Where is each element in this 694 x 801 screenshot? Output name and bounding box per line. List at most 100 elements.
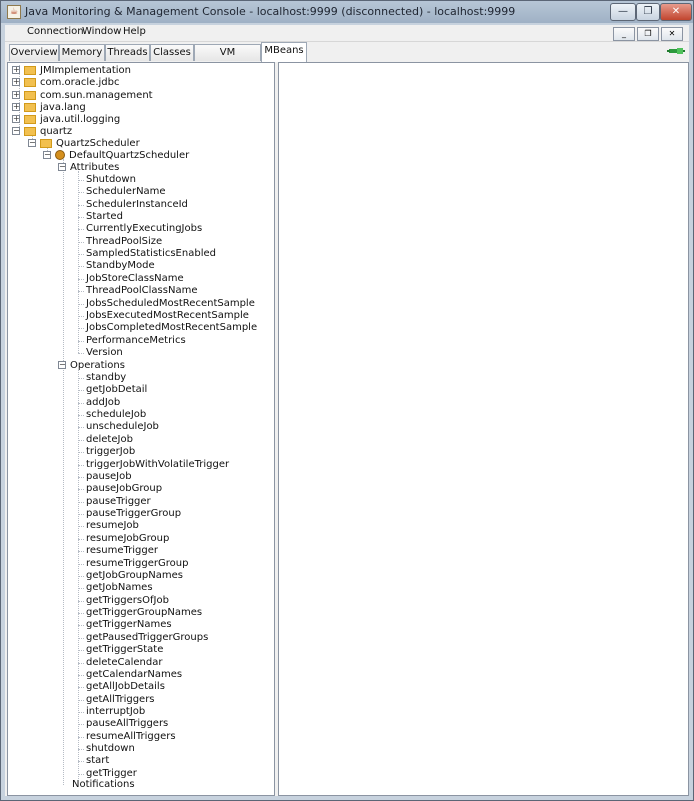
operation-item[interactable]: interruptJob — [78, 706, 145, 718]
tree-guide — [78, 551, 84, 553]
expand-icon[interactable]: + — [12, 91, 20, 99]
tree-root-java-util-logging[interactable]: + java.util.logging — [12, 114, 120, 126]
tree-label: triggerJob — [86, 446, 136, 458]
operation-item[interactable]: getAllJobDetails — [78, 681, 165, 693]
operation-item[interactable]: deleteCalendar — [78, 657, 162, 669]
tree-node-attributes[interactable]: − Attributes — [58, 162, 119, 174]
inner-close-button[interactable]: ✕ — [661, 27, 683, 41]
tree-root-com-oracle-jdbc[interactable]: + com.oracle.jdbc — [12, 77, 119, 89]
operation-item[interactable]: triggerJobWithVolatileTrigger — [78, 459, 229, 471]
operation-item[interactable]: getJobNames — [78, 582, 153, 594]
expand-icon[interactable]: + — [12, 78, 20, 86]
operation-item[interactable]: deleteJob — [78, 434, 133, 446]
tree-root-java-lang[interactable]: + java.lang — [12, 102, 86, 114]
inner-restore-button[interactable]: ❐ — [637, 27, 659, 41]
collapse-icon[interactable]: − — [58, 361, 66, 369]
tree-node-notifications[interactable]: Notifications — [72, 779, 135, 791]
menu-window[interactable]: Window — [82, 26, 121, 37]
operation-item[interactable]: pauseJob — [78, 471, 132, 483]
tree-label: PerformanceMetrics — [86, 334, 186, 346]
tree-node-quartz-scheduler[interactable]: − QuartzScheduler — [28, 138, 140, 150]
expand-icon[interactable]: + — [12, 66, 20, 74]
menu-help[interactable]: Help — [123, 26, 146, 37]
mbean-tree[interactable]: + JMImplementation + com.oracle.jdbc + com.… — [7, 62, 275, 796]
tree-label: scheduleJob — [86, 409, 147, 421]
close-button[interactable]: ✕ — [660, 3, 692, 21]
operation-item[interactable]: getJobGroupNames — [78, 570, 183, 582]
tree-label: getPausedTriggerGroups — [86, 631, 209, 643]
tab-vm-summary[interactable]: VM Summary — [194, 44, 261, 74]
attribute-item[interactable]: SchedulerInstanceId — [78, 199, 188, 211]
expand-icon[interactable]: + — [12, 103, 20, 111]
operation-item[interactable]: getPausedTriggerGroups — [78, 631, 209, 644]
operation-item[interactable]: pauseTriggerGroup — [78, 508, 181, 520]
attribute-item[interactable]: JobsCompletedMostRecentSample — [78, 322, 257, 334]
tree-guide — [78, 773, 84, 775]
tree-root-jmimplementation[interactable]: + JMImplementation — [12, 65, 131, 77]
attribute-item[interactable]: JobsExecutedMostRecentSample — [78, 309, 249, 322]
operation-item[interactable]: resumeTriggerGroup — [78, 558, 188, 570]
attribute-item[interactable]: ThreadPoolClassName — [78, 285, 197, 297]
expand-icon[interactable]: + — [12, 115, 20, 123]
tree-guide — [78, 662, 84, 664]
tree-label: quartz — [40, 126, 73, 137]
operation-item[interactable]: standby — [78, 372, 126, 384]
attribute-item[interactable]: StandbyMode — [78, 260, 155, 272]
menu-bar: Connection Window Help _ ❐ ✕ — [5, 25, 689, 42]
collapse-icon[interactable]: − — [12, 127, 20, 135]
tree-node-operations[interactable]: − Operations — [58, 360, 125, 372]
attribute-item[interactable]: ThreadPoolSize — [78, 236, 162, 248]
operation-item[interactable]: scheduleJob — [78, 409, 147, 421]
tree-node-default-scheduler[interactable]: − DefaultQuartzScheduler — [43, 150, 189, 162]
attribute-item[interactable]: CurrentlyExecutingJobs — [78, 223, 202, 235]
tree-guide — [78, 378, 84, 379]
tab-overview[interactable]: Overview — [9, 44, 59, 61]
tab-threads[interactable]: Threads — [105, 44, 150, 61]
attribute-item[interactable]: SampledStatisticsEnabled — [78, 248, 216, 260]
operation-item[interactable]: getTriggerState — [78, 644, 163, 656]
operation-item[interactable]: resumeTrigger — [78, 545, 158, 557]
collapse-icon[interactable]: − — [58, 163, 66, 171]
attribute-item[interactable]: Started — [78, 211, 123, 223]
operation-item[interactable]: getTriggerNames — [78, 619, 172, 631]
operation-item[interactable]: pauseJobGroup — [78, 483, 162, 495]
attribute-item[interactable]: PerformanceMetrics — [78, 334, 186, 347]
minimize-button[interactable]: — — [610, 3, 636, 21]
operation-item[interactable]: resumeAllTriggers — [78, 731, 176, 743]
tab-classes[interactable]: Classes — [150, 44, 194, 61]
operation-item[interactable]: pauseAllTriggers — [78, 718, 169, 730]
operation-item[interactable]: start — [78, 755, 109, 767]
tree-root-com-sun-management[interactable]: + com.sun.management — [12, 90, 153, 102]
tree-root-quartz[interactable]: − quartz — [12, 126, 72, 138]
operation-item[interactable]: resumeJobGroup — [78, 533, 169, 545]
connect-icon[interactable] — [667, 45, 685, 57]
operation-item[interactable]: getAllTriggers — [78, 694, 155, 706]
tree-guide — [78, 625, 84, 627]
tree-label: pauseAllTriggers — [86, 718, 169, 730]
tab-mbeans[interactable]: MBeans — [261, 42, 307, 62]
operation-item[interactable]: getTriggerGroupNames — [78, 607, 202, 619]
operation-item[interactable]: getTriggersOfJob — [78, 595, 169, 607]
operation-item[interactable]: getCalendarNames — [78, 669, 182, 681]
attribute-item[interactable]: JobStoreClassName — [78, 273, 184, 285]
attribute-item[interactable]: Shutdown — [78, 174, 136, 186]
restore-button[interactable]: ❐ — [636, 3, 660, 21]
operation-item[interactable]: getJobDetail — [78, 384, 148, 396]
tree-label: JobsExecutedMostRecentSample — [86, 309, 249, 321]
operation-item[interactable]: shutdown — [78, 743, 135, 755]
operation-item[interactable]: unscheduleJob — [78, 421, 159, 433]
operation-item[interactable]: addJob — [78, 397, 120, 409]
attribute-item[interactable]: SchedulerName — [78, 186, 166, 198]
menu-connection[interactable]: Connection — [27, 26, 84, 37]
tree-guide — [78, 427, 84, 429]
operation-item[interactable]: triggerJob — [78, 446, 136, 458]
collapse-icon[interactable]: − — [43, 151, 51, 159]
attribute-item[interactable]: JobsScheduledMostRecentSample — [78, 298, 255, 310]
attribute-item[interactable]: Version — [78, 347, 123, 359]
operation-item[interactable]: resumeJob — [78, 520, 139, 532]
inner-minimize-button[interactable]: _ — [613, 27, 635, 41]
operation-item[interactable]: pauseTrigger — [78, 496, 151, 508]
tab-memory[interactable]: Memory — [59, 44, 105, 61]
collapse-icon[interactable]: − — [28, 139, 36, 147]
tree-label: getJobDetail — [86, 384, 148, 396]
